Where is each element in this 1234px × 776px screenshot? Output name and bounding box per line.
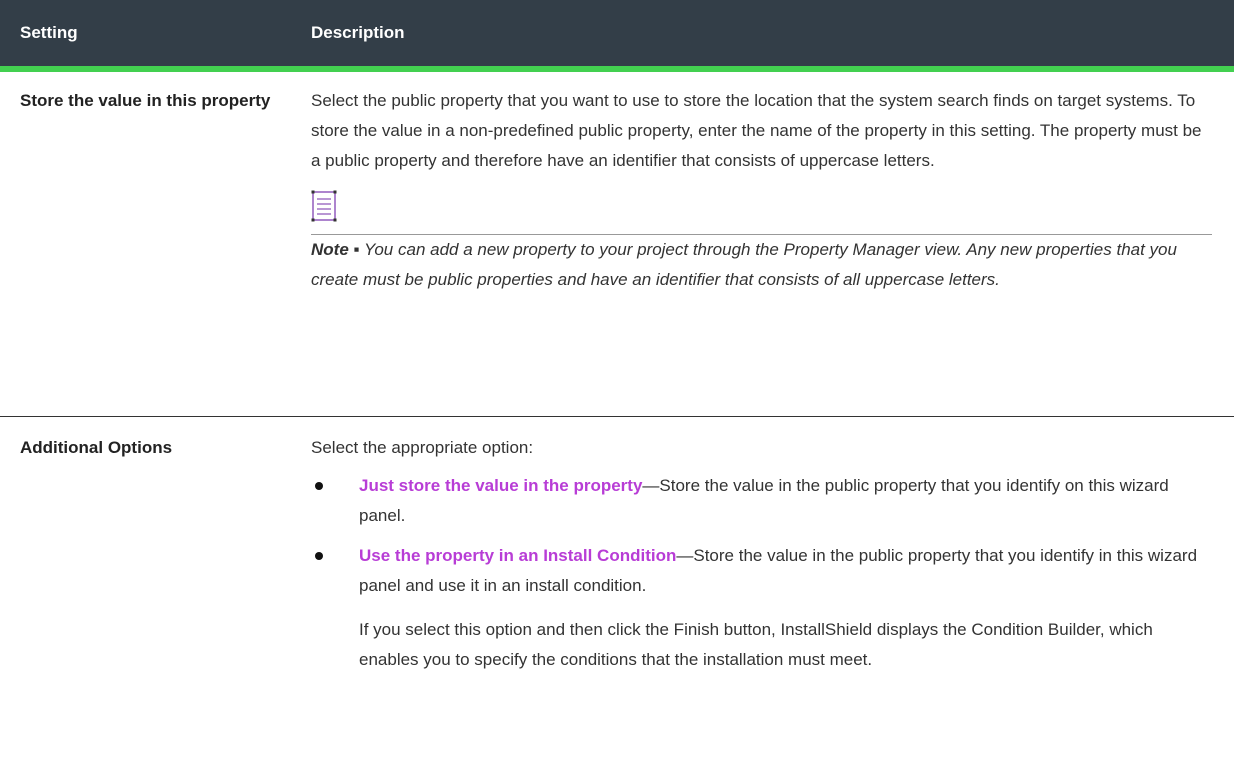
note-icon <box>311 190 337 222</box>
description-text: Select the public property that you want… <box>311 91 1202 170</box>
header-setting: Setting <box>0 0 293 72</box>
options-intro: Select the appropriate option: <box>311 438 534 457</box>
list-item: Use the property in an Install Condition… <box>311 541 1212 675</box>
list-item: Just store the value in the property—Sto… <box>311 471 1212 531</box>
setting-description: Select the appropriate option: Just stor… <box>293 417 1234 686</box>
setting-name: Store the value in this property <box>0 69 293 417</box>
setting-description: Select the public property that you want… <box>293 69 1234 417</box>
options-list: Just store the value in the property—Sto… <box>311 471 1212 675</box>
bullet-icon <box>315 482 323 490</box>
option-link-install-condition[interactable]: Use the property in an Install Condition <box>359 546 676 565</box>
bullet-icon <box>315 552 323 560</box>
note-paragraph: Note ▪ You can add a new property to you… <box>311 235 1212 295</box>
table-row: Additional Options Select the appropriat… <box>0 417 1234 686</box>
option-extra-text: If you select this option and then click… <box>359 620 1153 669</box>
settings-table: Setting Description Store the value in t… <box>0 0 1234 685</box>
note-label: Note ▪ <box>311 240 360 259</box>
setting-name: Additional Options <box>20 438 173 457</box>
note-text: You can add a new property to your proje… <box>311 240 1177 289</box>
option-link-just-store[interactable]: Just store the value in the property <box>359 476 642 495</box>
table-header-row: Setting Description <box>0 0 1234 72</box>
note-divider <box>311 190 1212 235</box>
table-row: Store the value in this property Select … <box>0 69 1234 417</box>
header-description: Description <box>293 0 1234 72</box>
